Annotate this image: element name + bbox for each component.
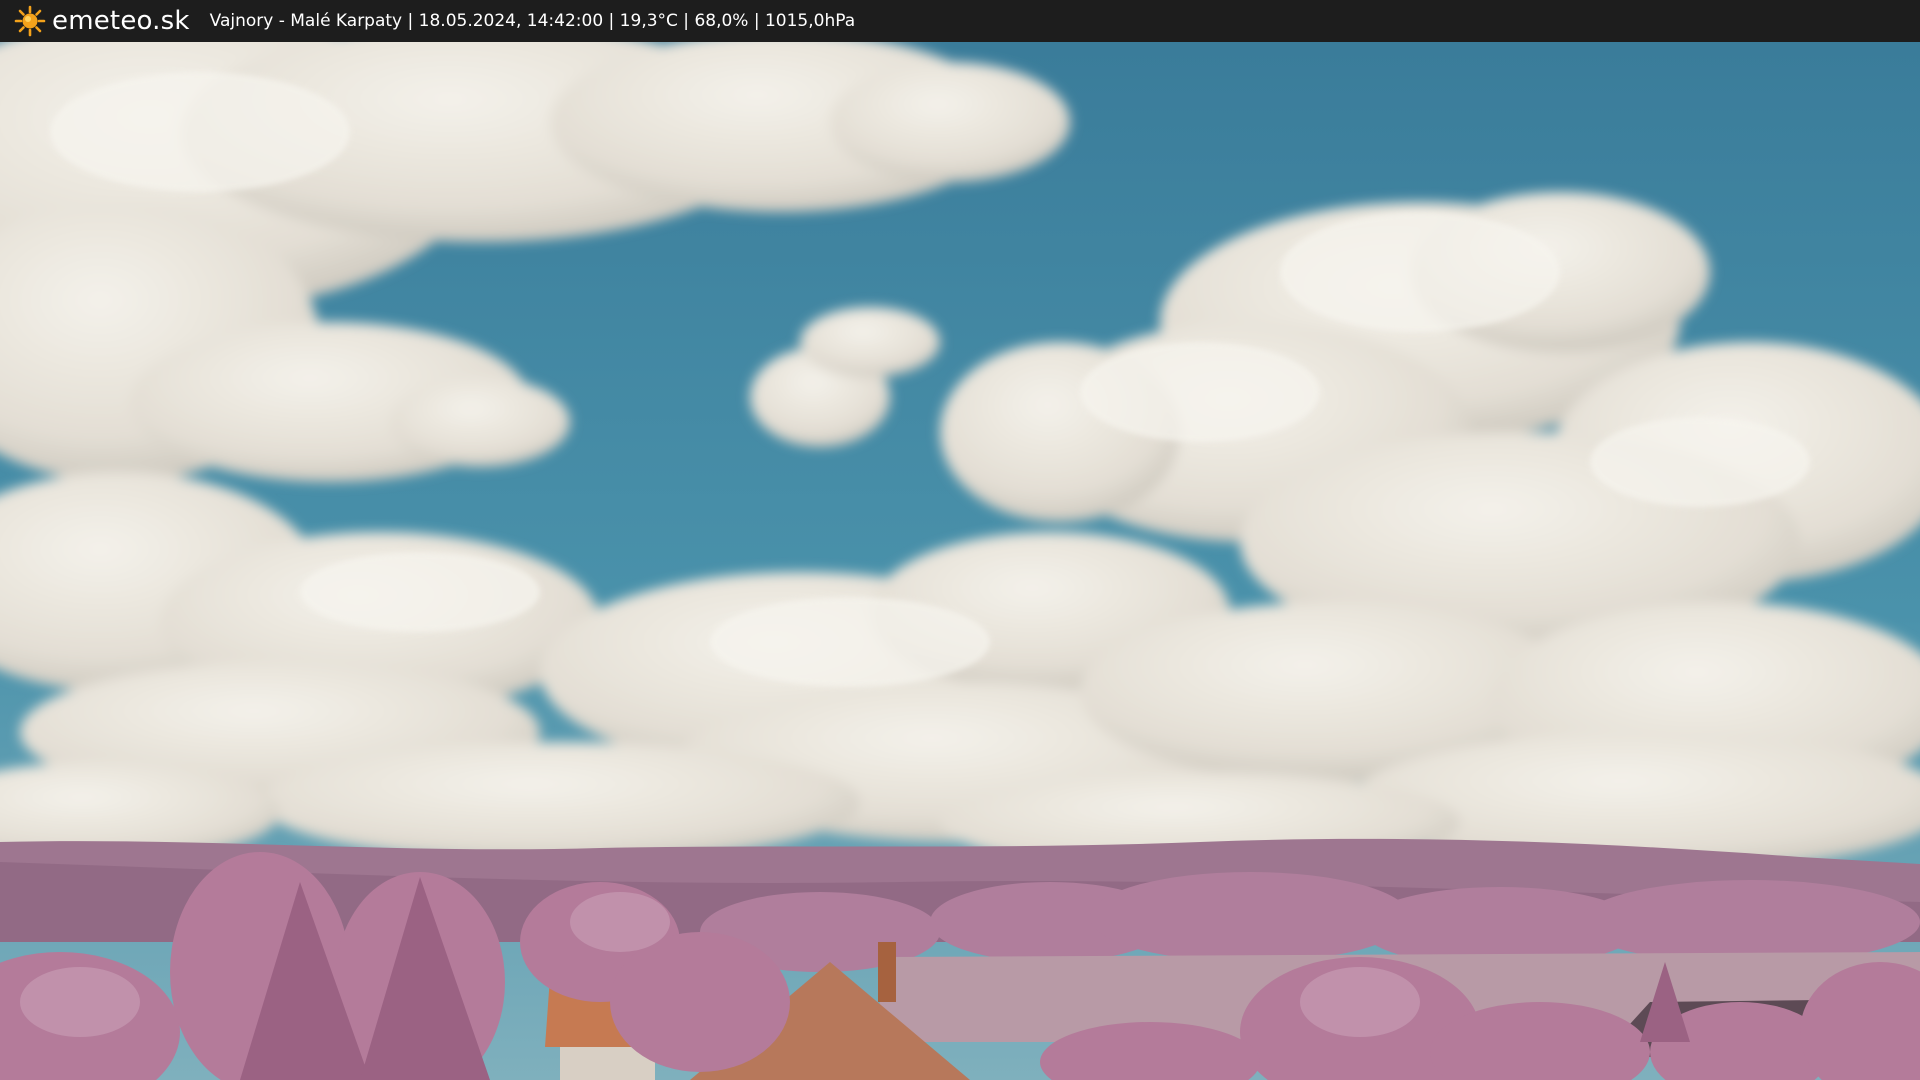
weather-info: Vajnory - Malé Karpaty | 18.05.2024, 14:…: [209, 11, 856, 31]
header-bar: emeteo.sk Vajnory - Malé Karpaty | 18.05…: [0, 0, 1920, 42]
sun-icon: [14, 5, 46, 37]
brand-name: emeteo.sk: [52, 6, 190, 36]
webcam-image: [0, 42, 1920, 1080]
logo[interactable]: emeteo.sk: [14, 5, 190, 37]
